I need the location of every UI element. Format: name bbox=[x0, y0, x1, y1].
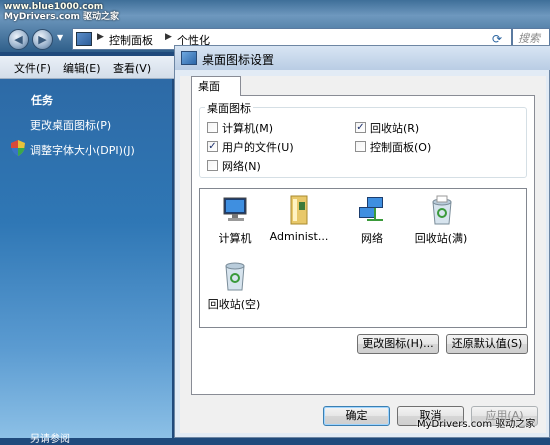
checkbox-box[interactable] bbox=[207, 160, 218, 171]
icon-caption: 回收站(空) bbox=[207, 298, 261, 311]
groupbox-label: 桌面图标 bbox=[205, 100, 253, 116]
dialog-title: 桌面图标设置 bbox=[202, 53, 275, 67]
watermark-top: www.blue1000.com MyDrivers.com 驱动之家 bbox=[4, 2, 179, 24]
back-button[interactable]: ◀ bbox=[8, 29, 29, 50]
computer-icon bbox=[223, 197, 247, 221]
watermark-line1: www.blue1000.com bbox=[4, 2, 104, 12]
icon-item-user-folder[interactable]: Administ... bbox=[264, 194, 334, 246]
tasks-heading: 任务 bbox=[31, 94, 53, 107]
network-icon bbox=[359, 197, 383, 221]
checkbox-box[interactable] bbox=[207, 122, 218, 133]
recycle-bin-full-icon bbox=[432, 195, 452, 225]
control-panel-icon bbox=[76, 32, 92, 46]
menu-view[interactable]: 查看(V) bbox=[113, 60, 151, 76]
uac-shield-icon bbox=[11, 140, 25, 156]
user-folder-icon bbox=[290, 195, 308, 225]
icon-caption: 计算机 bbox=[218, 232, 252, 245]
ok-button[interactable]: 确定 bbox=[323, 406, 390, 426]
menu-file[interactable]: 文件(F) bbox=[14, 60, 51, 76]
icon-item-computer[interactable]: 计算机 bbox=[200, 194, 270, 246]
icon-item-recycle-bin-empty[interactable]: 回收站(空) bbox=[199, 260, 269, 312]
icon-caption: Administ... bbox=[269, 230, 329, 243]
breadcrumb-control-panel[interactable]: 控制面板 bbox=[109, 32, 153, 48]
watermark-line2: MyDrivers.com 驱动之家 bbox=[4, 12, 120, 22]
icon-item-recycle-bin-full[interactable]: 回收站(满) bbox=[406, 194, 476, 246]
restore-default-button[interactable]: 还原默认值(S) bbox=[446, 334, 528, 354]
recycle-bin-empty-icon bbox=[225, 262, 245, 291]
checkbox-label: 计算机(M) bbox=[222, 122, 274, 135]
checkbox-label: 回收站(R) bbox=[370, 122, 420, 135]
nav-history-dropdown-icon[interactable]: ▼ bbox=[57, 33, 67, 45]
checkbox-box[interactable] bbox=[355, 141, 366, 152]
adjust-dpi-link[interactable]: 调整字体大小(DPI)(J) bbox=[30, 142, 135, 158]
checkbox-label: 控制面板(O) bbox=[370, 141, 432, 154]
breadcrumb-arrow-icon[interactable]: ▶ bbox=[165, 32, 172, 42]
forward-button[interactable]: ▶ bbox=[32, 29, 53, 50]
checkbox-box[interactable]: ✓ bbox=[207, 141, 218, 152]
icon-caption: 回收站(满) bbox=[414, 232, 468, 245]
checkbox-label: 用户的文件(U) bbox=[222, 141, 294, 154]
checkbox-label: 网络(N) bbox=[222, 160, 261, 173]
dialog-app-icon bbox=[181, 51, 197, 65]
watermark-bottom: MyDrivers.com 驱动之家 bbox=[417, 419, 536, 430]
icon-caption: 网络 bbox=[361, 232, 383, 245]
change-desktop-icons-link[interactable]: 更改桌面图标(P) bbox=[30, 117, 111, 133]
menu-edit[interactable]: 编辑(E) bbox=[63, 60, 101, 76]
checkbox-box[interactable]: ✓ bbox=[355, 122, 366, 133]
icon-item-network[interactable]: 网络 bbox=[337, 194, 407, 246]
tab-desktop[interactable]: 桌面 bbox=[191, 76, 241, 96]
breadcrumb-arrow-icon[interactable]: ▶ bbox=[97, 32, 104, 42]
change-icon-button[interactable]: 更改图标(H)... bbox=[357, 334, 439, 354]
